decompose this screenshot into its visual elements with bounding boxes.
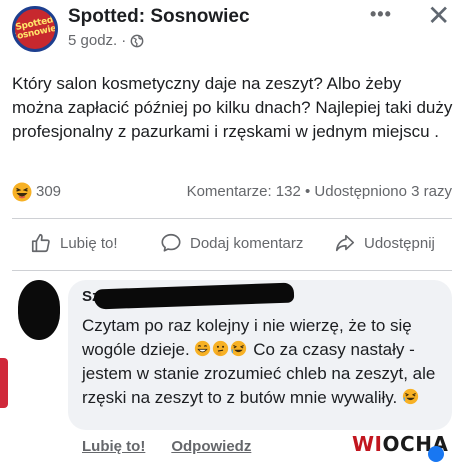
haha-emoji-icon[interactable]	[12, 182, 32, 202]
divider	[12, 270, 452, 271]
comment-reply-button[interactable]: Odpowiedz	[171, 438, 251, 455]
reaction-count[interactable]: 309	[36, 183, 61, 200]
meta-separator: ·	[121, 32, 127, 49]
rofl-emoji-icon	[402, 388, 419, 405]
commenter-avatar-redacted[interactable]	[18, 280, 60, 340]
thumbs-up-icon	[31, 233, 50, 253]
thinking-emoji-icon	[213, 340, 229, 357]
rofl-emoji-icon	[231, 340, 247, 357]
avatar-logo-text: Spotted Sosnowiec	[12, 15, 58, 44]
like-button[interactable]: Lubię to!	[30, 232, 118, 254]
divider	[12, 218, 452, 219]
like-reaction-icon	[428, 446, 444, 462]
share-button[interactable]: Udostępnij	[334, 232, 435, 254]
post-text: Który salon kosmetyczny daje na zeszyt? …	[12, 74, 453, 141]
close-button[interactable]: ✕	[427, 2, 450, 30]
post-action-bar: Lubię to! Dodaj komentarz Udostępnij	[0, 226, 464, 266]
comment-text: Czytam po raz kolejny i nie wierzę, że t…	[82, 314, 442, 410]
like-label: Lubię to!	[60, 234, 118, 252]
comment-actions: Lubię to! Odpowiedz	[82, 438, 251, 455]
watermark-text-a: WI	[352, 432, 383, 456]
post-meta: 5 godz. ·	[68, 32, 144, 49]
share-arrow-icon	[335, 234, 355, 252]
comment-label: Dodaj komentarz	[190, 234, 304, 252]
page-name[interactable]: Spotted: Sosnowiec	[68, 6, 250, 28]
globe-icon	[130, 34, 144, 47]
more-options-button[interactable]: •••	[370, 4, 392, 25]
name-redaction-mark	[93, 282, 295, 310]
share-label: Udostępnij	[364, 234, 435, 252]
reactions-bar: 309 Komentarze: 132 • Udostępniono 3 raz…	[12, 182, 452, 204]
speech-bubble-icon	[161, 233, 181, 252]
page-avatar[interactable]: Spotted Sosnowiec	[12, 6, 58, 52]
post-time[interactable]: 5 godz.	[68, 32, 117, 49]
side-decoration	[0, 358, 8, 408]
comment-like-button[interactable]: Lubię to!	[82, 438, 145, 455]
comments-shares-count[interactable]: Komentarze: 132 • Udostępniono 3 razy	[187, 183, 452, 200]
post-header: Spotted Sosnowiec Spotted: Sosnowiec 5 g…	[0, 0, 464, 60]
comment-button[interactable]: Dodaj komentarz	[160, 232, 303, 254]
comment-bubble: Sz ik Czytam po raz kolejny i nie wierzę…	[68, 280, 452, 430]
grinning-sweat-emoji-icon	[195, 340, 211, 357]
